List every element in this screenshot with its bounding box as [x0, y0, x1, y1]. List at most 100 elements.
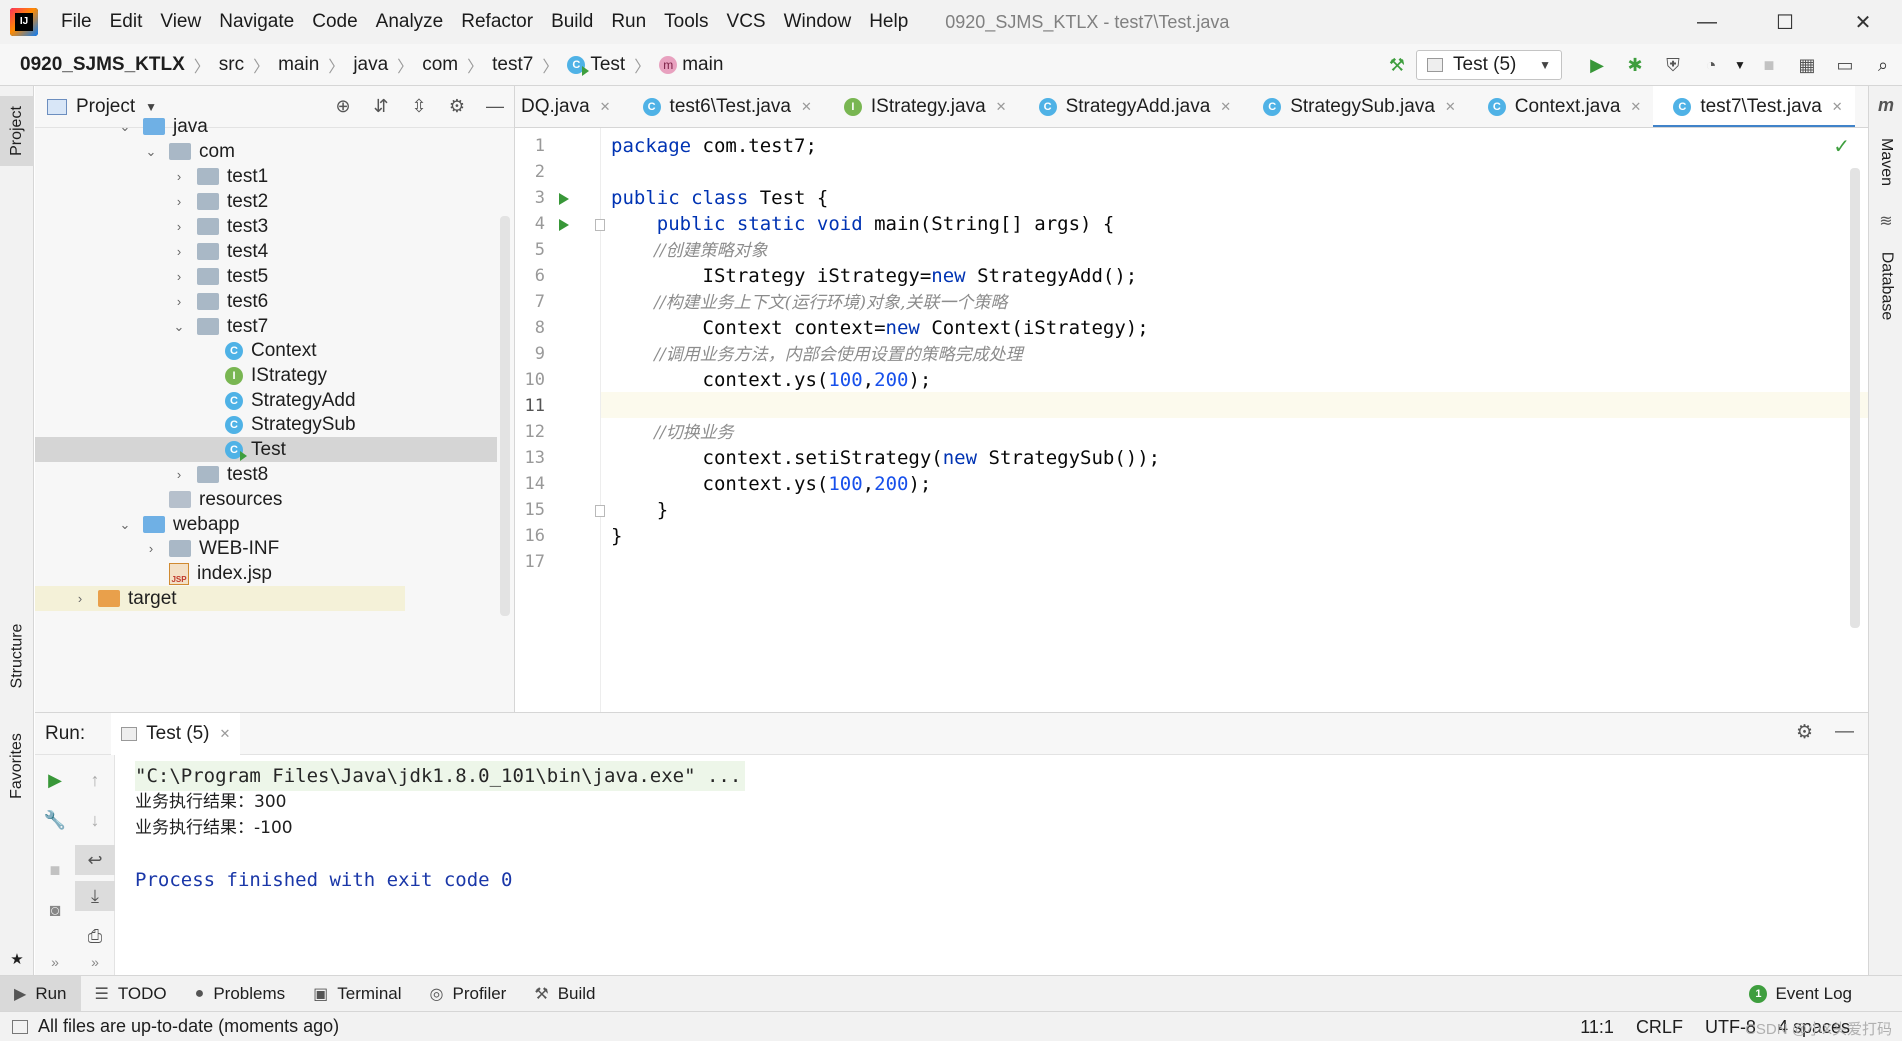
- console-output[interactable]: "C:\Program Files\Java\jdk1.8.0_101\bin\…: [115, 755, 1868, 975]
- maximize-button[interactable]: ☐: [1746, 0, 1824, 44]
- settings-gear-icon[interactable]: ⚙: [1796, 721, 1813, 744]
- menu-tools[interactable]: Tools: [655, 11, 717, 33]
- editor-tab[interactable]: DQ.java ✕: [515, 86, 623, 127]
- tree-item[interactable]: ⌄ com: [35, 139, 497, 164]
- tree-item[interactable]: C Test: [35, 437, 497, 462]
- more-icon[interactable]: »: [35, 947, 75, 977]
- editor-tab[interactable]: C StrategyAdd.java ✕: [1019, 86, 1244, 127]
- caret-position[interactable]: 11:1: [1580, 1017, 1614, 1038]
- tree-item[interactable]: ⌄ test7: [35, 314, 497, 339]
- editor-tab[interactable]: Ctest6\Test.java ✕: [623, 86, 824, 127]
- tree-item[interactable]: › target: [35, 586, 405, 611]
- breadcrumb-com[interactable]: com: [422, 54, 458, 76]
- project-tool-tab[interactable]: Project: [0, 96, 34, 166]
- tree-item[interactable]: › test6: [35, 289, 497, 314]
- editor-tab[interactable]: I IStrategy.java ✕: [824, 86, 1019, 127]
- run-configuration-select[interactable]: Test (5) ▼: [1416, 50, 1562, 80]
- tree-item[interactable]: › test8: [35, 462, 497, 487]
- fold-marker-icon[interactable]: [595, 505, 605, 517]
- bottom-tab-profiler[interactable]: ◎ Profiler: [416, 976, 521, 1012]
- breadcrumb-java[interactable]: java: [353, 54, 388, 76]
- scroll-up-icon[interactable]: ↑: [75, 765, 115, 795]
- expanded-arrow-icon[interactable]: ⌄: [115, 517, 135, 533]
- chevron-down-icon[interactable]: ▼: [145, 100, 157, 114]
- menu-navigate[interactable]: Navigate: [210, 11, 303, 33]
- run-button[interactable]: ▶: [1578, 46, 1616, 84]
- editor-tab[interactable]: C Context.java ✕: [1468, 86, 1654, 127]
- toggle-toolbar-icon[interactable]: ▭: [1826, 46, 1864, 84]
- close-window-button[interactable]: ✕: [1824, 0, 1902, 44]
- line-separator[interactable]: CRLF: [1636, 1017, 1683, 1038]
- collapsed-arrow-icon[interactable]: ›: [169, 219, 189, 234]
- tree-item[interactable]: C StrategyAdd: [35, 388, 497, 413]
- favorites-tool-tab[interactable]: Favorites: [0, 716, 34, 816]
- stop-button[interactable]: ■: [1750, 46, 1788, 84]
- editor-scrollbar[interactable]: [1850, 168, 1860, 628]
- menu-file[interactable]: File: [52, 11, 101, 33]
- expanded-arrow-icon[interactable]: ⌄: [141, 144, 161, 160]
- panel-toggle-icon[interactable]: [12, 1019, 28, 1034]
- search-everywhere-icon[interactable]: ⌕: [1864, 46, 1902, 84]
- database-tool-tab[interactable]: Database: [1869, 236, 1902, 336]
- tree-item[interactable]: › test4: [35, 239, 497, 264]
- fold-marker-icon[interactable]: [595, 219, 605, 231]
- wrench-icon[interactable]: 🔧: [35, 805, 75, 835]
- scroll-down-icon[interactable]: ↓: [75, 805, 115, 835]
- close-tab-icon[interactable]: ✕: [996, 99, 1007, 115]
- breadcrumb-class[interactable]: Test: [590, 54, 625, 76]
- menu-run[interactable]: Run: [602, 11, 655, 33]
- collapsed-arrow-icon[interactable]: ›: [70, 591, 90, 606]
- stop-button[interactable]: ■: [35, 855, 75, 885]
- breadcrumb-project[interactable]: 0920_SJMS_KTLX: [20, 54, 185, 76]
- breadcrumb-main[interactable]: main: [278, 54, 319, 76]
- project-structure-icon[interactable]: ▦: [1788, 46, 1826, 84]
- maven-tool-tab[interactable]: Maven: [1869, 122, 1902, 202]
- collapsed-arrow-icon[interactable]: ›: [169, 244, 189, 259]
- close-tab-icon[interactable]: ✕: [600, 99, 611, 115]
- build-hammer-icon[interactable]: ⚒: [1378, 46, 1416, 84]
- inspection-ok-check-icon[interactable]: ✓: [1833, 134, 1850, 159]
- menu-vcs[interactable]: VCS: [718, 11, 775, 33]
- collapsed-arrow-icon[interactable]: ›: [169, 194, 189, 209]
- bottom-tab-build[interactable]: ⚒ Build: [520, 976, 609, 1012]
- tree-item[interactable]: ⌄ java: [35, 114, 497, 139]
- tree-scrollbar[interactable]: [500, 216, 510, 616]
- expanded-arrow-icon[interactable]: ⌄: [115, 119, 135, 135]
- bottom-tab-todo[interactable]: ☰ TODO: [81, 976, 181, 1012]
- debug-button[interactable]: ✱: [1616, 46, 1654, 84]
- tree-item[interactable]: C StrategySub: [35, 412, 497, 437]
- scroll-to-end-icon[interactable]: ⤓: [75, 881, 115, 911]
- menu-window[interactable]: Window: [775, 11, 861, 33]
- close-tab-icon[interactable]: ✕: [1445, 99, 1456, 115]
- chevron-down-icon[interactable]: ⌄: [1855, 98, 1868, 116]
- minimize-button[interactable]: —: [1668, 0, 1746, 44]
- more-icon[interactable]: »: [75, 947, 115, 977]
- close-icon[interactable]: ✕: [220, 726, 231, 742]
- editor-tab[interactable]: Ctest7\Test.java ✕: [1653, 86, 1856, 127]
- editor-tab[interactable]: C StrategySub.java ✕: [1243, 86, 1468, 127]
- menu-refactor[interactable]: Refactor: [452, 11, 542, 33]
- menu-view[interactable]: View: [151, 11, 210, 33]
- collapsed-arrow-icon[interactable]: ›: [169, 269, 189, 284]
- code-editor[interactable]: 1 2 3 4 5 6 7 8 9 10 11 12 13 14 15 16 17 package com.te…: [515, 128, 1868, 712]
- camera-icon[interactable]: ◙: [35, 895, 75, 925]
- tree-item[interactable]: › test1: [35, 164, 497, 189]
- structure-tool-tab[interactable]: Structure: [0, 606, 34, 706]
- bottom-tab-terminal[interactable]: ▣ Terminal: [299, 976, 415, 1012]
- tree-item[interactable]: C Context: [35, 338, 497, 363]
- tree-item[interactable]: ⌄ webapp: [35, 512, 497, 537]
- menu-code[interactable]: Code: [303, 11, 366, 33]
- gutter-run-icon[interactable]: [559, 193, 569, 205]
- close-tab-icon[interactable]: ✕: [801, 99, 812, 115]
- close-tab-icon[interactable]: ✕: [1630, 99, 1641, 115]
- close-tab-icon[interactable]: ✕: [1832, 99, 1843, 115]
- gutter-run-icon[interactable]: [559, 219, 569, 231]
- breadcrumb-src[interactable]: src: [219, 54, 244, 76]
- collapsed-arrow-icon[interactable]: ›: [169, 294, 189, 309]
- profile-button[interactable]: ◔: [1692, 46, 1730, 84]
- menu-edit[interactable]: Edit: [101, 11, 152, 33]
- menu-analyze[interactable]: Analyze: [367, 11, 453, 33]
- hide-panel-icon[interactable]: —: [1835, 721, 1854, 744]
- tree-item[interactable]: JSP index.jsp: [35, 561, 497, 586]
- tree-item[interactable]: › WEB-INF: [35, 536, 497, 561]
